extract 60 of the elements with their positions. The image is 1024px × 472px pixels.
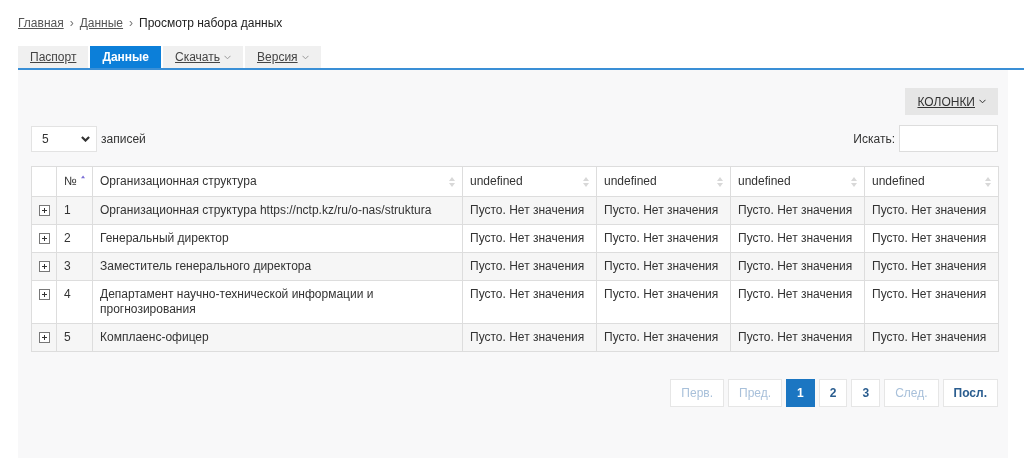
table-cell: Пусто. Нет значения xyxy=(470,203,585,217)
table-cell: Пусто. Нет значения xyxy=(872,259,987,273)
table-cell: Пусто. Нет значения xyxy=(470,330,585,344)
expand-icon[interactable] xyxy=(39,205,50,216)
column-header[interactable]: № xyxy=(64,174,77,189)
caret-icon xyxy=(81,135,90,142)
table-cell: Пусто. Нет значения xyxy=(738,203,853,217)
column-header[interactable]: undefined xyxy=(738,174,791,189)
page-button[interactable]: 2 xyxy=(818,379,848,407)
table-cell: Пусто. Нет значения xyxy=(604,203,719,217)
breadcrumb-current: Просмотр набора данных xyxy=(139,15,283,32)
search-label: Искать: xyxy=(853,130,895,148)
table-cell: Пусто. Нет значения xyxy=(738,231,853,245)
table-cell: 1 xyxy=(64,203,71,217)
search-field[interactable] xyxy=(899,125,998,152)
table-cell: Заместитель генерального директора xyxy=(100,259,312,273)
table-cell: 3 xyxy=(64,259,71,273)
tab[interactable]: Данные xyxy=(90,46,162,68)
table-cell: Пусто. Нет значения xyxy=(470,259,585,273)
tab[interactable]: Скачать xyxy=(163,46,244,68)
columns-button[interactable]: КОЛОНКИ xyxy=(905,88,998,115)
table-cell: Пусто. Нет значения xyxy=(604,330,719,344)
expand-icon[interactable] xyxy=(39,289,50,300)
breadcrumb-link[interactable]: Данные xyxy=(79,14,124,32)
expand-icon[interactable] xyxy=(39,261,50,272)
breadcrumb-separator: › xyxy=(129,15,134,32)
table-cell: Организационная структура https://nctp.kz/ru/o-nas/struktura xyxy=(100,203,432,217)
table-cell: Пусто. Нет значения xyxy=(604,231,719,245)
table-cell: Пусто. Нет значения xyxy=(872,203,987,217)
table-cell: Комплаенс-офицер xyxy=(100,330,209,344)
column-header[interactable]: undefined xyxy=(872,174,925,189)
table-cell: Пусто. Нет значения xyxy=(604,287,719,301)
expand-icon[interactable] xyxy=(39,233,50,244)
column-header[interactable]: undefined xyxy=(470,174,523,189)
breadcrumb-separator: › xyxy=(69,15,74,32)
column-header[interactable]: undefined xyxy=(604,174,657,189)
caret-icon xyxy=(979,99,986,104)
table-cell: Пусто. Нет значения xyxy=(738,259,853,273)
tab[interactable]: Версия xyxy=(245,46,321,68)
tab[interactable]: Паспорт xyxy=(18,46,89,68)
table-cell: Пусто. Нет значения xyxy=(470,287,585,301)
table-cell: Пусто. Нет значения xyxy=(604,259,719,273)
table-cell: Пусто. Нет значения xyxy=(872,231,987,245)
breadcrumb-link[interactable]: Главная xyxy=(18,14,64,32)
table-cell: 2 xyxy=(64,231,71,245)
page-button[interactable]: 3 xyxy=(851,379,881,407)
table-cell: 4 xyxy=(64,287,71,301)
table-cell: Пусто. Нет значения xyxy=(470,231,585,245)
page-size-label: записей xyxy=(101,130,146,148)
page-button[interactable]: Посл. xyxy=(942,379,998,407)
expand-icon[interactable] xyxy=(39,332,50,343)
table-cell: Генеральный директор xyxy=(100,231,229,245)
page-size-select[interactable]: 5 xyxy=(31,125,97,152)
page-button[interactable]: 1 xyxy=(786,379,815,407)
table-cell: Пусто. Нет значения xyxy=(738,330,853,344)
table-cell: Пусто. Нет значения xyxy=(738,287,853,301)
table-cell: 5 xyxy=(64,330,71,344)
table-cell: Департамент научно-технической информации и прогнозирования xyxy=(100,287,374,316)
table-cell: Пусто. Нет значения xyxy=(872,287,987,301)
table-cell: Пусто. Нет значения xyxy=(872,330,987,344)
